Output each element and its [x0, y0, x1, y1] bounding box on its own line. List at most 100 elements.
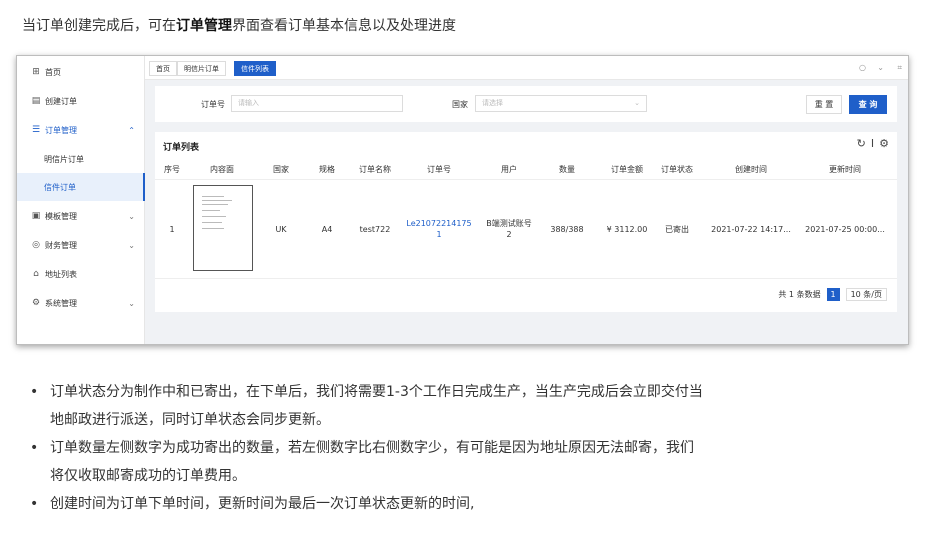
refresh-icon[interactable]: ↻	[857, 137, 866, 150]
sidebar-item-postcard-orders[interactable]: 明信片订单	[17, 145, 145, 173]
tab-postcard-orders[interactable]: 明信片订单	[177, 61, 226, 76]
column-header: 创建时间	[735, 165, 767, 174]
sidebar-item-label: 明信片订单	[44, 154, 84, 164]
cell-order-number[interactable]: Le21072214175 1	[403, 218, 475, 240]
intro-prefix: 当订单创建完成后，可在	[22, 18, 176, 34]
sidebar-item-templates[interactable]: ▣ 模板管理 ⌄	[17, 202, 145, 230]
cell-amount: ¥ 3112.00	[606, 225, 648, 234]
sidebar-item-label: 地址列表	[45, 269, 77, 279]
column-header: 数量	[559, 165, 575, 174]
total-count: 共 1 条数据	[778, 290, 821, 299]
reset-button[interactable]: 重 置	[806, 95, 842, 114]
note-item: 创建时间为订单下单时间，更新时间为最后一次订单状态更新的时间,	[30, 490, 703, 518]
query-button[interactable]: 查 询	[849, 95, 887, 114]
gear-icon: ⚙	[31, 298, 41, 308]
sidebar-item-label: 信件订单	[44, 182, 76, 192]
sidebar-item-system[interactable]: ⚙ 系统管理 ⌄	[17, 289, 145, 317]
user-line1: B端测试账号	[486, 219, 532, 228]
refresh-icon[interactable]: ○	[859, 63, 866, 72]
cell-user: B端测试账号 2	[479, 218, 539, 240]
table-toolbar: ↻ Ⅰ ⚙	[852, 137, 889, 150]
content-thumbnail[interactable]	[193, 185, 253, 271]
sidebar-item-label: 首页	[45, 67, 61, 77]
cell-order-name: test722	[359, 225, 391, 234]
tab-bar: 首页 明信片订单 信件列表 ○ ⌄ ⌗	[145, 56, 908, 80]
header-divider	[155, 179, 897, 180]
cell-updated: 2021-07-25 00:00...	[805, 225, 885, 234]
column-header: 国家	[273, 165, 289, 174]
sidebar-item-create-order[interactable]: ▤ 创建订单	[17, 87, 145, 115]
country-select[interactable]: 请选择 ⌄	[475, 95, 647, 112]
note-item: 订单数量左侧数字为成功寄出的数量，若左侧数字比右侧数字少，有可能是因为地址原因无…	[30, 434, 703, 490]
column-height-icon[interactable]: Ⅰ	[871, 137, 874, 150]
column-header: 订单号	[427, 165, 451, 174]
sidebar-item-address-list[interactable]: ⌂ 地址列表	[17, 260, 145, 288]
sidebar-item-label: 创建订单	[45, 96, 77, 106]
column-header: 订单金额	[611, 165, 643, 174]
intro-text: 当订单创建完成后，可在订单管理界面查看订单基本信息以及处理进度	[22, 15, 456, 35]
grid-icon: ⊞	[32, 67, 40, 77]
search-panel: 订单号 请输入 国家 请选择 ⌄ 重 置 查 询	[155, 86, 897, 122]
sidebar-item-finance[interactable]: ◎ 财务管理 ⌄	[17, 231, 145, 259]
column-header: 序号	[164, 165, 180, 174]
settings-icon[interactable]: ⚙	[879, 137, 889, 150]
sidebar-item-label: 模板管理	[45, 211, 77, 221]
fullscreen-icon[interactable]: ⌗	[897, 63, 902, 73]
cell-created: 2021-07-22 14:17...	[711, 225, 791, 234]
chevron-down-icon: ⌄	[128, 298, 135, 308]
sidebar-item-label: 财务管理	[45, 240, 77, 250]
calendar-icon: ▤	[31, 96, 41, 106]
column-header: 订单状态	[661, 165, 693, 174]
notes-list: 订单状态分为制作中和已寄出，在下单后，我们将需要1-3个工作日完成生产，当生产完…	[30, 378, 703, 518]
sidebar-item-label: 系统管理	[45, 298, 77, 308]
sidebar-item-letter-orders[interactable]: 信件订单	[17, 173, 145, 201]
page-number[interactable]: 1	[826, 288, 840, 301]
table-title: 订单列表	[163, 143, 200, 153]
row-divider	[155, 278, 897, 279]
column-header: 用户	[501, 165, 517, 174]
chevron-down-icon: ⌄	[128, 211, 135, 221]
chevron-down-icon: ⌄	[634, 99, 640, 107]
chevron-down-icon: ⌄	[128, 240, 135, 250]
country-placeholder: 请选择	[482, 99, 503, 107]
order-number-line2: 1	[436, 230, 442, 239]
sidebar-item-order-management[interactable]: ☰ 订单管理 ⌃	[17, 116, 145, 144]
column-header: 更新时间	[829, 165, 861, 174]
tab-home[interactable]: 首页	[149, 61, 177, 76]
cell-status: 已寄出	[665, 225, 689, 234]
app-screenshot: ⊞ 首页 ▤ 创建订单 ☰ 订单管理 ⌃ 明信片订单 信件订单 ▣ 模板管理 ⌄…	[16, 55, 909, 345]
intro-suffix: 界面查看订单基本信息以及处理进度	[232, 18, 456, 34]
note-item: 订单状态分为制作中和已寄出，在下单后，我们将需要1-3个工作日完成生产，当生产完…	[30, 378, 703, 434]
image-icon: ▣	[31, 211, 41, 221]
user-line2: 2	[506, 230, 512, 239]
cell-index: 1	[169, 225, 175, 234]
sidebar-item-label: 订单管理	[45, 125, 77, 135]
column-header: 内容面	[210, 165, 234, 174]
main-area: 首页 明信片订单 信件列表 ○ ⌄ ⌗ 订单号 请输入 国家 请选择 ⌄ 重 置…	[145, 56, 908, 344]
note-text: 将仅收取邮寄成功的订单费用。	[50, 468, 246, 484]
sidebar: ⊞ 首页 ▤ 创建订单 ☰ 订单管理 ⌃ 明信片订单 信件订单 ▣ 模板管理 ⌄…	[17, 56, 145, 344]
order-table-card: 订单列表 ↻ Ⅰ ⚙ 序号 内容面 国家 规格 订单名称 订单号 用户 数量 订单金…	[155, 132, 897, 312]
list-icon: ☰	[31, 125, 41, 135]
country-label: 国家	[452, 100, 468, 109]
cell-country: UK	[275, 225, 287, 234]
note-text: 订单状态分为制作中和已寄出，在下单后，我们将需要1-3个工作日完成生产，当生产完…	[50, 384, 703, 400]
column-header: 订单名称	[359, 165, 391, 174]
column-header: 规格	[319, 165, 335, 174]
note-text: 订单数量左侧数字为成功寄出的数量，若左侧数字比右侧数字少，有可能是因为地址原因无…	[50, 440, 694, 456]
pagination: 共 1 条数据 1 10 条/页	[778, 288, 887, 301]
note-text: 地邮政进行派送，同时订单状态会同步更新。	[50, 412, 330, 428]
note-text: 创建时间为订单下单时间，更新时间为最后一次订单状态更新的时间,	[50, 496, 475, 512]
order-number-line1: Le21072214175	[406, 219, 472, 228]
order-number-label: 订单号	[201, 100, 225, 109]
chevron-down-icon[interactable]: ⌄	[877, 63, 884, 72]
tab-letter-list[interactable]: 信件列表	[234, 61, 276, 76]
cell-quantity: 388/388	[550, 225, 584, 234]
sidebar-item-home[interactable]: ⊞ 首页	[17, 58, 145, 86]
coin-icon: ◎	[32, 240, 40, 250]
cell-spec: A4	[321, 225, 333, 234]
page-size-select[interactable]: 10 条/页	[845, 288, 887, 301]
home-icon: ⌂	[33, 269, 39, 279]
chevron-up-icon: ⌃	[128, 125, 135, 135]
order-number-input[interactable]: 请输入	[231, 95, 403, 112]
